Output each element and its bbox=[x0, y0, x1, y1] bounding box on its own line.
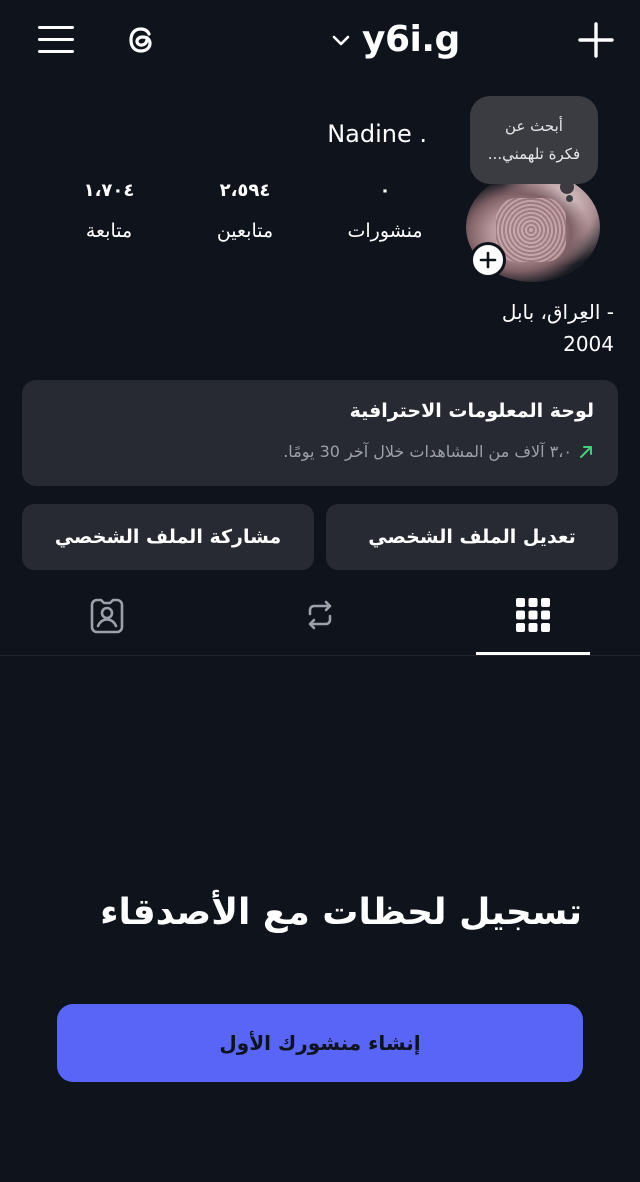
share-profile-button[interactable]: مشاركة الملف الشخصي bbox=[22, 504, 314, 570]
professional-dashboard-card[interactable]: لوحة المعلومات الاحترافية ٣،٠ آلاف من ال… bbox=[22, 380, 618, 486]
dashboard-views-text: ٣،٠ آلاف من المشاهدات خلال آخر 30 يومًا. bbox=[283, 442, 572, 461]
repost-icon bbox=[308, 600, 332, 630]
plus-small-icon bbox=[479, 251, 497, 269]
followers-count: ٢،٥٩٤ bbox=[219, 180, 271, 201]
following-label: متابعة bbox=[85, 220, 133, 242]
stat-followers[interactable]: ٢،٥٩٤ متابعين bbox=[190, 176, 300, 242]
add-story-button[interactable] bbox=[470, 242, 506, 278]
note-line-1: أبحث عن bbox=[505, 117, 563, 135]
dashboard-subtitle: ٣،٠ آلاف من المشاهدات خلال آخر 30 يومًا. bbox=[283, 442, 594, 461]
stat-posts[interactable]: ٠ منشورات bbox=[330, 176, 440, 242]
plus-icon[interactable] bbox=[576, 20, 616, 60]
dashboard-title: لوحة المعلومات الاحترافية bbox=[349, 400, 594, 422]
display-name: Nadine . bbox=[327, 120, 427, 148]
tab-divider bbox=[0, 655, 640, 656]
tab-tagged[interactable] bbox=[77, 590, 137, 640]
chevron-down-icon bbox=[332, 35, 350, 46]
followers-label: متابعين bbox=[216, 220, 274, 242]
bio-line-2: 2004 bbox=[563, 332, 614, 356]
following-count: ١،٧٠٤ bbox=[83, 180, 135, 201]
trend-up-icon bbox=[580, 445, 592, 458]
stat-following[interactable]: ١،٧٠٤ متابعة bbox=[54, 176, 164, 242]
note-line-2: فكرة تلهمني... bbox=[487, 145, 581, 163]
account-switcher[interactable]: y6i.g bbox=[330, 14, 460, 64]
grid-icon bbox=[516, 598, 550, 632]
note-tail bbox=[560, 180, 574, 194]
bio: - العِراق، بابل 2004 bbox=[414, 296, 614, 360]
edit-profile-button[interactable]: تعديل الملف الشخصي bbox=[326, 504, 618, 570]
bio-line-1: - العِراق، بابل bbox=[501, 300, 614, 324]
profile-note[interactable]: أبحث عن فكرة تلهمني... bbox=[470, 96, 598, 184]
create-first-post-button[interactable]: إنشاء منشورك الأول bbox=[57, 1004, 583, 1082]
empty-state-title: تسجيل لحظات مع الأصدقاء bbox=[100, 892, 582, 933]
note-tail-small bbox=[566, 195, 573, 202]
threads-logo-icon[interactable] bbox=[122, 20, 162, 60]
username: y6i.g bbox=[362, 18, 460, 60]
tab-reposts[interactable] bbox=[290, 590, 350, 640]
tagged-icon bbox=[90, 598, 124, 634]
posts-count: ٠ bbox=[379, 180, 391, 201]
menu-icon[interactable] bbox=[38, 22, 78, 58]
posts-label: منشورات bbox=[347, 220, 423, 242]
tab-posts[interactable] bbox=[503, 590, 563, 640]
